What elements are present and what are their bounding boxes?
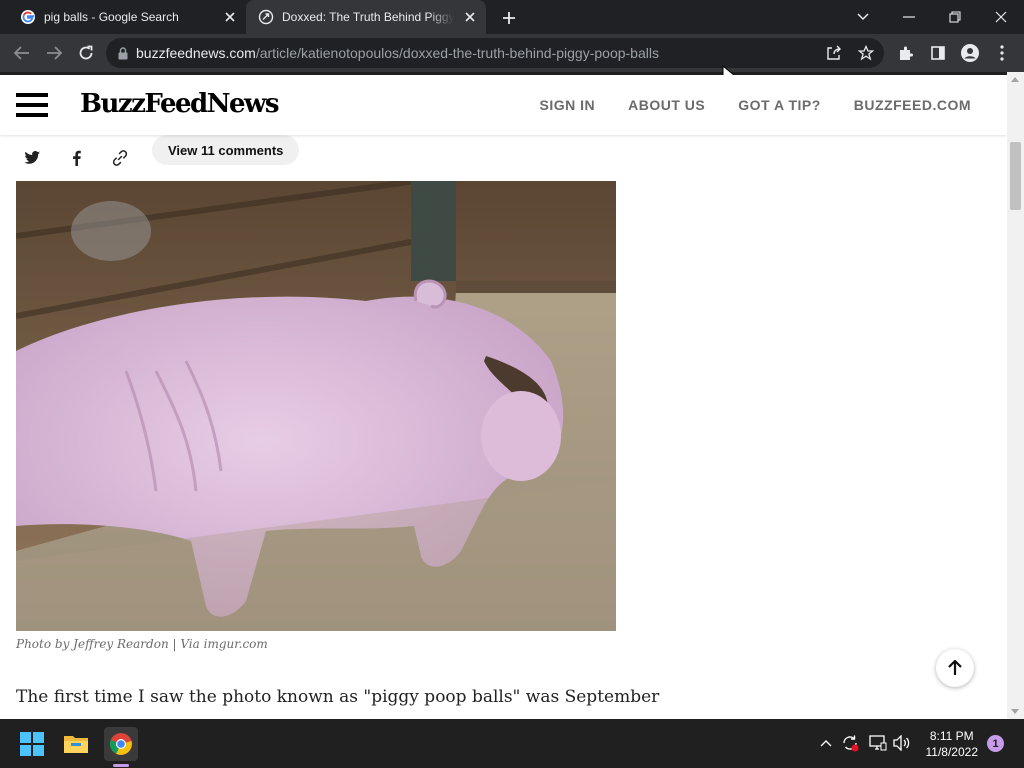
copy-link-button[interactable] [104, 142, 136, 174]
page-scrollbar[interactable] [1007, 72, 1024, 719]
file-explorer-button[interactable] [59, 727, 93, 761]
back-to-top-button[interactable] [936, 649, 974, 687]
star-icon [858, 45, 874, 61]
reload-icon [79, 45, 93, 60]
arrow-left-icon [14, 46, 29, 60]
close-icon[interactable] [222, 9, 238, 25]
side-panel-button[interactable] [924, 39, 952, 67]
view-comments-button[interactable]: View 11 comments [152, 135, 300, 165]
clock-date: 11/8/2022 [925, 745, 979, 759]
chrome-taskbar-button[interactable] [104, 727, 138, 761]
buzzfeed-icon [258, 9, 274, 25]
nav-got-a-tip[interactable]: GOT A TIP? [738, 97, 821, 113]
share-icon [827, 45, 841, 60]
lock-icon[interactable] [118, 46, 128, 60]
browser-toolbar: buzzfeednews.com/article/katienotopoulos… [0, 34, 1024, 72]
web-page: BuzzFeed​News SIGN IN ABOUT US GOT A TIP… [0, 75, 1007, 719]
scrollbar-thumb[interactable] [1010, 142, 1021, 210]
menu-button[interactable] [988, 39, 1016, 67]
windows-taskbar: 8:11 PM 11/8/2022 1 [0, 719, 1024, 768]
forward-button[interactable] [40, 39, 68, 67]
puzzle-icon [900, 46, 913, 60]
new-tab-button[interactable] [498, 7, 520, 29]
buzzfeed-news-logo[interactable]: BuzzFeed​News [80, 89, 280, 119]
start-button[interactable] [15, 727, 49, 761]
article-photo[interactable] [16, 181, 616, 631]
system-clock[interactable]: 8:11 PM 11/8/2022 [926, 728, 979, 760]
browser-tab-strip: pig balls - Google Search Doxxed: The Tr… [0, 0, 1024, 34]
back-button[interactable] [8, 39, 36, 67]
share-page-button[interactable] [820, 39, 848, 67]
share-bar: View 11 comments [0, 135, 1007, 181]
tab-title: pig balls - Google Search [44, 10, 179, 24]
site-header: BuzzFeed​News SIGN IN ABOUT US GOT A TIP… [0, 75, 1007, 135]
scroll-down-arrow[interactable] [1011, 709, 1019, 714]
person-icon [961, 44, 979, 62]
arrow-right-icon [47, 46, 62, 60]
minimize-button[interactable] [886, 0, 932, 34]
windows-logo-icon [20, 732, 44, 756]
article-body-text: The first time I saw the photo known as … [16, 687, 660, 707]
folder-icon [64, 736, 88, 753]
more-vertical-icon [1000, 45, 1004, 61]
active-app-indicator [113, 764, 129, 767]
scroll-up-arrow[interactable] [1011, 77, 1019, 82]
nav-sign-in[interactable]: SIGN IN [540, 97, 596, 113]
google-g-icon [21, 10, 35, 24]
close-icon[interactable] [462, 9, 478, 25]
reload-button[interactable] [72, 39, 100, 67]
side-panel-icon [931, 46, 945, 60]
facebook-share-button[interactable] [60, 142, 92, 174]
link-icon [112, 150, 128, 166]
profile-button[interactable] [956, 39, 984, 67]
nav-buzzfeed-com[interactable]: BUZZFEED.COM [854, 97, 971, 113]
clock-time: 8:11 PM [929, 729, 974, 743]
site-nav: SIGN IN ABOUT US GOT A TIP? BUZZFEED.COM [540, 97, 971, 113]
photo-caption: Photo by Jeffrey Reardon | Via imgur.com [16, 637, 268, 651]
volume-icon[interactable] [892, 733, 912, 753]
facebook-icon [72, 150, 81, 166]
minimize-icon [903, 16, 915, 18]
network-icon[interactable] [868, 733, 888, 753]
close-window-button[interactable] [978, 0, 1024, 34]
url-path: /article/katienotopoulos/doxxed-the-trut… [255, 45, 659, 61]
tab-buzzfeed-article[interactable]: Doxxed: The Truth Behind Piggy P [246, 0, 486, 34]
close-icon [995, 11, 1007, 23]
twitter-share-button[interactable] [16, 142, 48, 174]
address-bar[interactable]: buzzfeednews.com/article/katienotopoulos… [106, 38, 884, 68]
url-text: buzzfeednews.com/article/katienotopoulos… [136, 45, 659, 61]
logo-text: BuzzFeed [80, 89, 208, 119]
sync-status-icon[interactable] [840, 733, 860, 753]
url-host: buzzfeednews.com [136, 45, 256, 61]
chevron-down-icon [857, 13, 869, 21]
tab-search-button[interactable] [840, 0, 886, 34]
tab-title: Doxxed: The Truth Behind Piggy P [282, 10, 454, 24]
restore-icon [949, 11, 961, 23]
notification-badge[interactable]: 1 [987, 735, 1004, 752]
chevron-up-icon [820, 740, 832, 747]
twitter-icon [23, 151, 40, 164]
extensions-button[interactable] [892, 39, 920, 67]
nav-about-us[interactable]: ABOUT US [628, 97, 705, 113]
show-hidden-icons-button[interactable] [816, 733, 836, 753]
bookmark-button[interactable] [852, 39, 880, 67]
restore-button[interactable] [932, 0, 978, 34]
tab-google-search[interactable]: pig balls - Google Search [8, 0, 246, 34]
hamburger-menu-icon[interactable] [16, 93, 48, 117]
logo-text-news: News [206, 89, 280, 119]
chrome-icon [109, 733, 132, 755]
plus-icon [503, 12, 515, 24]
arrow-up-icon [948, 660, 962, 675]
